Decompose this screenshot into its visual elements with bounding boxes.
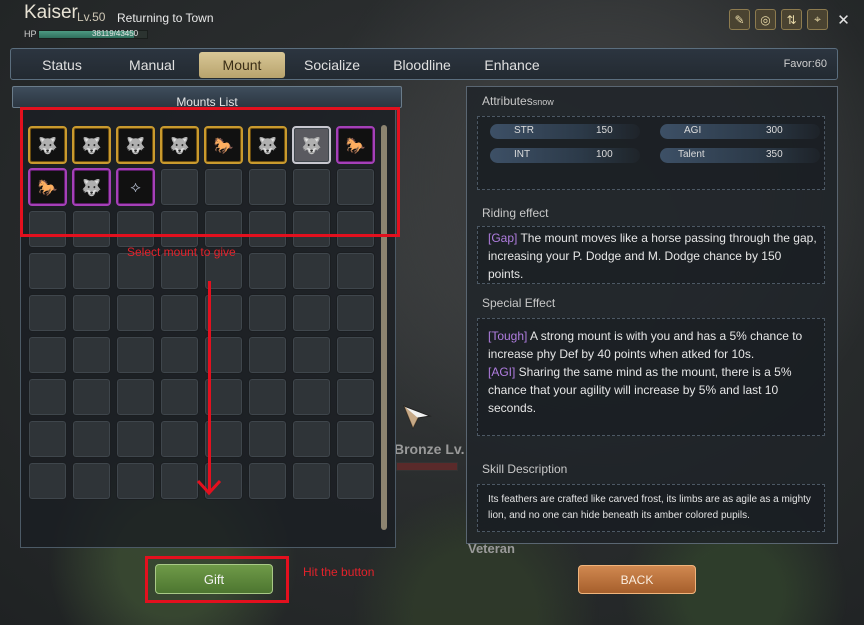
target-icon[interactable]: ◎ [755, 9, 776, 30]
favor-value: Favor:60 [783, 58, 827, 70]
world-npc-label: Bronze Lv. [394, 441, 465, 457]
character-level: Lv.50 [77, 10, 106, 24]
mount-slot[interactable] [248, 252, 287, 290]
mount-slot[interactable] [160, 336, 199, 374]
mount-slot[interactable] [336, 294, 375, 332]
tab-manual[interactable]: Manual [109, 52, 195, 78]
close-icon[interactable]: ✕ [833, 9, 854, 30]
mount-slot[interactable] [336, 336, 375, 374]
mount-slot[interactable] [292, 252, 331, 290]
mount-slot[interactable] [28, 462, 67, 500]
attr-agi: AGI 300 [660, 124, 820, 139]
tab-enhance[interactable]: Enhance [469, 52, 555, 78]
mount-slot[interactable] [28, 378, 67, 416]
tab-bloodline[interactable]: Bloodline [379, 52, 465, 78]
skill-description-text: Its feathers are crafted like carved fro… [488, 494, 811, 521]
mount-slot[interactable] [160, 378, 199, 416]
mount-slot[interactable] [72, 462, 111, 500]
attr-key: Talent [678, 149, 705, 160]
attributes-subtitle: snow [532, 97, 554, 107]
special-effect-title: Special Effect [482, 296, 556, 310]
special-effect-desc-2: Sharing the same mind as the mount, ther… [488, 365, 792, 415]
mounts-list-title: Mounts List [12, 86, 402, 108]
skill-description-title: Skill Description [482, 462, 568, 476]
mount-slot[interactable] [248, 378, 287, 416]
mount-slot[interactable] [116, 462, 155, 500]
mount-slot[interactable] [248, 294, 287, 332]
mount-slot[interactable] [248, 420, 287, 458]
gift-button[interactable]: Gift [155, 564, 273, 594]
tab-mount[interactable]: Mount [199, 52, 285, 78]
annotation-arrow [208, 281, 211, 493]
world-npc-hpbar [396, 462, 458, 471]
mount-slot[interactable] [116, 420, 155, 458]
crosshair-icon[interactable]: ⌖ [807, 9, 828, 30]
mount-slot[interactable] [160, 462, 199, 500]
edit-icon[interactable]: ✎ [729, 9, 750, 30]
attr-key: STR [514, 125, 534, 136]
attr-value: 300 [766, 125, 783, 136]
mount-slot[interactable] [28, 336, 67, 374]
mount-slot[interactable] [72, 420, 111, 458]
top-icon-bar: ✎ ◎ ⇅ ⌖ ✕ [729, 9, 854, 30]
mount-slot[interactable] [160, 294, 199, 332]
mount-slot[interactable] [292, 336, 331, 374]
mount-slot[interactable] [336, 252, 375, 290]
riding-effect-desc: The mount moves like a horse passing thr… [488, 231, 817, 281]
character-name: Kaiser [24, 2, 78, 23]
mount-slot[interactable] [160, 420, 199, 458]
mount-slot[interactable] [248, 462, 287, 500]
attr-key: AGI [684, 125, 702, 136]
attributes-title: Attributessnow [482, 94, 554, 108]
mount-slot[interactable] [292, 420, 331, 458]
attr-value: 150 [596, 125, 613, 136]
mount-slot[interactable] [292, 378, 331, 416]
mount-slot[interactable] [292, 294, 331, 332]
swap-icon[interactable]: ⇅ [781, 9, 802, 30]
mount-slot[interactable] [116, 378, 155, 416]
hp-text: 38119/43450 [92, 29, 139, 38]
mount-slot[interactable] [336, 420, 375, 458]
mount-slot[interactable] [72, 378, 111, 416]
mount-slot[interactable] [72, 294, 111, 332]
mount-slot[interactable] [292, 462, 331, 500]
special-effect-text: [Tough] A strong mount is with you and h… [488, 327, 818, 417]
mount-slot[interactable] [116, 294, 155, 332]
mount-slot[interactable] [248, 336, 287, 374]
mount-slot[interactable] [336, 462, 375, 500]
riding-effect-tag: [Gap] [488, 231, 518, 245]
attr-int: INT 100 [490, 148, 640, 163]
special-effect-tag-2: [AGI] [488, 365, 516, 379]
special-effect-desc-1: A strong mount is with you and has a 5% … [488, 329, 803, 361]
mount-slot[interactable] [28, 294, 67, 332]
mount-slot[interactable] [72, 336, 111, 374]
attr-key: INT [514, 149, 531, 160]
annotation-highlight-list [20, 107, 400, 237]
attr-value: 100 [596, 149, 613, 160]
attr-str: STR 150 [490, 124, 640, 139]
hp-label: HP [24, 29, 37, 39]
attr-value: 350 [766, 149, 783, 160]
annotation-arrow-head [196, 479, 222, 496]
mouse-cursor-icon [403, 405, 432, 430]
riding-effect-text: [Gap] The mount moves like a horse passi… [488, 229, 818, 283]
mount-slot[interactable] [28, 420, 67, 458]
tab-bar: Status Manual Mount Socialize Bloodline … [10, 48, 838, 80]
tab-status[interactable]: Status [19, 52, 105, 78]
annotation-select-text: Select mount to give [127, 245, 236, 259]
riding-effect-title: Riding effect [482, 206, 549, 220]
annotation-hit-text: Hit the button [303, 565, 375, 579]
special-effect-tag-1: [Tough] [488, 329, 528, 343]
mount-slot[interactable] [28, 252, 67, 290]
attributes-title-text: Attributes [482, 94, 533, 108]
tab-socialize[interactable]: Socialize [289, 52, 375, 78]
back-button[interactable]: BACK [578, 565, 696, 594]
mount-slot[interactable] [72, 252, 111, 290]
character-status: Returning to Town [117, 11, 214, 25]
attr-talent: Talent 350 [660, 148, 820, 163]
mount-slot[interactable] [336, 378, 375, 416]
mount-slot[interactable] [116, 336, 155, 374]
